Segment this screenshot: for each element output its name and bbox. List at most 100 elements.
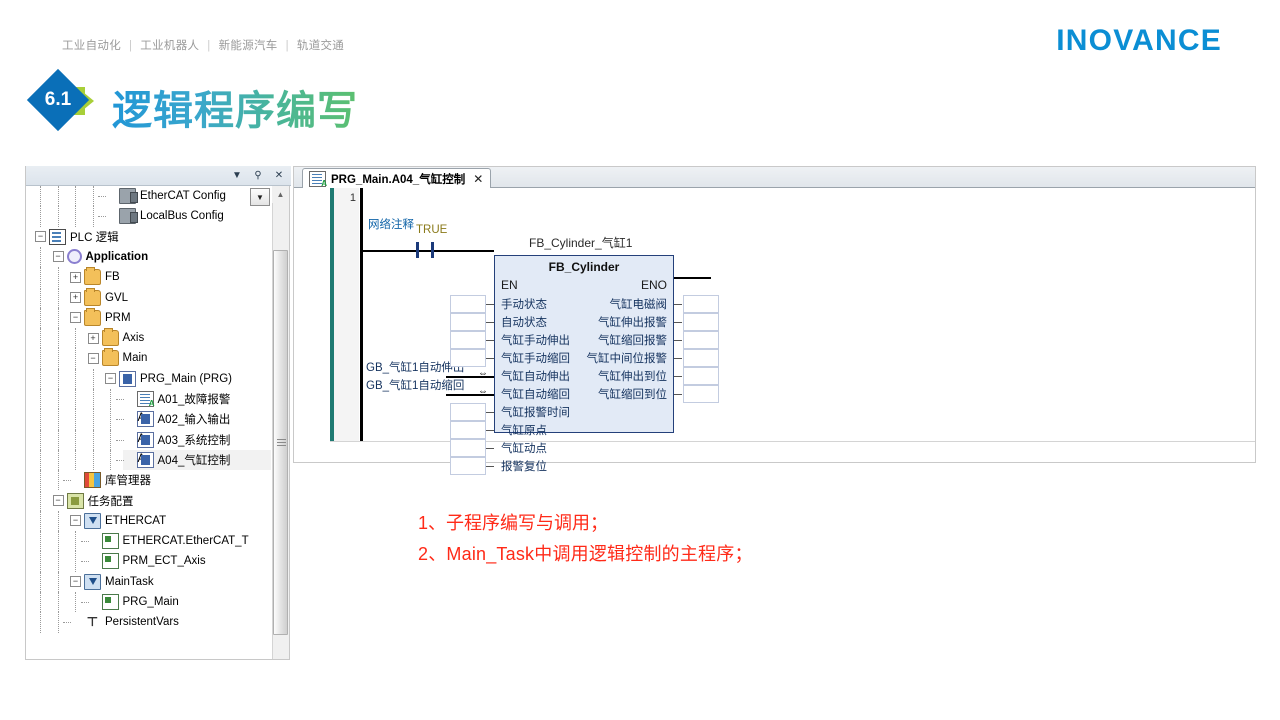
fb-input-pin-6[interactable]: 气缸报警时间 [501,404,570,422]
output-connector-box-3[interactable] [683,349,719,367]
expand-icon[interactable]: + [70,271,81,283]
output-connector-box-4[interactable] [683,367,719,385]
tree-guide-line [57,328,59,349]
nav-item-1[interactable]: 工业机器人 [138,40,201,52]
tree-node-11[interactable]: A A02_输入输出 [123,409,272,429]
fb-input-pin-8[interactable]: 气缸动点 [501,440,547,458]
project-tree[interactable]: EtherCAT Config LocalBus Config − PLC 逻辑 − Ap… [26,186,289,659]
ide-screenshot: ▼ ⚲ ✕ EtherCAT Config LocalBus Config − PLC… [25,166,1256,663]
slide-notes: 1、子程序编写与调用； 2、Main_Task中调用逻辑控制的主程序； [418,508,753,570]
tree-node-13[interactable]: A A04_气缸控制 [122,449,271,470]
tree-guide-dash [63,480,71,482]
call-icon [101,533,119,550]
action-doc-icon: A [136,391,155,408]
tree-node-17[interactable]: ETHERCAT.EtherCAT_T [88,531,272,551]
tree-node-15[interactable]: − 任务配置 [52,491,272,511]
output-connector-box-2[interactable] [683,331,719,349]
eno-wire [674,277,711,279]
nav-item-3[interactable]: 轨道交通 [295,40,346,52]
fb-output-pin-1[interactable]: 气缸伸出报警 [598,314,667,332]
fb-output-pin-0[interactable]: 气缸电磁阀 [610,296,668,314]
tree-guide-line [40,449,41,471]
input-connector-box-2[interactable] [450,331,486,349]
fb-input-pin-9[interactable]: 报警复位 [501,458,547,476]
tree-guide-line [57,368,59,389]
input-connector-box-8[interactable] [450,439,486,457]
tree-filter-dropdown[interactable]: ▼ [250,188,270,206]
expand-icon[interactable]: + [70,292,81,303]
output-connector-box-1[interactable] [683,313,719,331]
fb-input-pin-1[interactable]: 自动状态 [501,314,547,332]
network-comment[interactable]: 网络注释 [368,216,414,232]
collapse-icon[interactable]: − [70,576,81,588]
fb-input-pin-0[interactable]: 手动状态 [501,296,547,314]
tree-node-4[interactable]: + FB [70,267,271,287]
tab-close-icon[interactable]: ✕ [473,172,483,186]
close-icon[interactable]: ✕ [270,167,288,185]
fb-output-pin-3[interactable]: 气缸中间位报警 [587,350,668,368]
tree-node-18[interactable]: PRM_ECT_Axis [88,551,272,571]
tree-node-7[interactable]: + Axis [87,328,272,348]
tree-node-9[interactable]: − PRG_Main (PRG) [105,369,271,389]
collapse-icon[interactable]: − [35,231,46,243]
contact-label-true[interactable]: TRUE [416,224,447,236]
collapse-icon[interactable]: − [52,495,64,506]
tree-node-16[interactable]: − ETHERCAT [70,511,271,531]
function-block[interactable]: FB_Cylinder EN ENO 手动状态 自动状态 气缸手动伸出 气缸手动缩回气… [494,255,674,473]
scroll-up-arrow-icon[interactable]: ▲ [272,186,289,203]
fb-input-pin-2[interactable]: 气缸手动伸出 [501,332,570,350]
tree-guide-line [57,551,59,572]
tree-node-12[interactable]: A A03_系统控制 [123,430,272,450]
tree-node-20[interactable]: PRG_Main [88,592,272,612]
collapse-icon[interactable]: − [87,352,99,364]
nav-item-0[interactable]: 工业自动化 [60,40,123,52]
tree-guide-line [40,510,41,532]
scrollbar-thumb[interactable] [273,250,288,635]
fb-output-pin-5[interactable]: 气缸缩回到位 [598,386,667,404]
input-connector-box-0[interactable] [450,295,486,313]
fb-input-pin-5[interactable]: 气缸自动缩回 [501,386,570,404]
collapse-icon[interactable]: − [52,251,64,263]
tree-node-21[interactable]: ⊤ PersistentVars [70,612,271,632]
chevron-down-icon[interactable]: ▼ [228,167,246,185]
expand-icon[interactable]: + [87,332,99,344]
collapse-icon[interactable]: − [70,312,81,324]
tree-node-6[interactable]: − PRM [70,307,271,328]
input-connector-box-6[interactable] [450,403,486,421]
input-connector-box-1[interactable] [450,313,486,331]
input-connector-box-9[interactable] [450,457,486,475]
fb-input-pin-7[interactable]: 气缸原点 [501,422,547,440]
tree-node-label: LocalBus Config [140,210,224,223]
tree-guide-line [40,206,41,227]
output-stub-2 [674,340,682,341]
output-connector-box-0[interactable] [683,295,719,313]
input-value-5[interactable]: GB_气缸1自动缩回 [366,377,464,393]
fb-output-pin-2[interactable]: 气缸缩回报警 [598,332,667,350]
collapse-icon[interactable]: − [105,373,116,385]
tree-node-1[interactable]: LocalBus Config [105,206,271,226]
pin-icon[interactable]: ⚲ [249,167,267,185]
input-connector-box-3[interactable] [450,349,486,367]
network-area[interactable]: 1 网络注释 TRUE FB_Cylinder_气缸1 FB_Cylinder … [294,188,1255,475]
fb-output-pin-4[interactable]: 气缸伸出到位 [598,368,667,386]
collapse-icon[interactable]: − [70,515,81,527]
tree-node-10[interactable]: A A01_故障报警 [123,389,272,409]
tree-guide-line [57,348,59,369]
fb-input-pin-3[interactable]: 气缸手动缩回 [501,350,570,368]
tree-guide-line [92,389,94,410]
tree-node-2[interactable]: − PLC 逻辑 [35,227,271,247]
tree-guide-line [92,206,94,227]
output-connector-box-5[interactable] [683,385,719,403]
tree-node-3[interactable]: − Application [52,247,272,267]
contact-bar-left [416,242,419,258]
tree-node-19[interactable]: − MainTask [70,572,271,592]
tree-node-14[interactable]: 库管理器 [70,470,271,490]
tree-node-5[interactable]: + GVL [70,287,271,308]
input-connector-box-7[interactable] [450,421,486,439]
tree-node-0[interactable]: EtherCAT Config [105,186,271,206]
tree-scrollbar[interactable]: ▲ [272,186,289,659]
nav-item-2[interactable]: 新能源汽车 [217,40,280,52]
tree-node-8[interactable]: − Main [87,348,272,368]
tab-prg-main-a04[interactable]: A PRG_Main.A04_气缸控制 ✕ [302,168,492,189]
fb-input-pin-4[interactable]: 气缸自动伸出 [501,368,570,386]
